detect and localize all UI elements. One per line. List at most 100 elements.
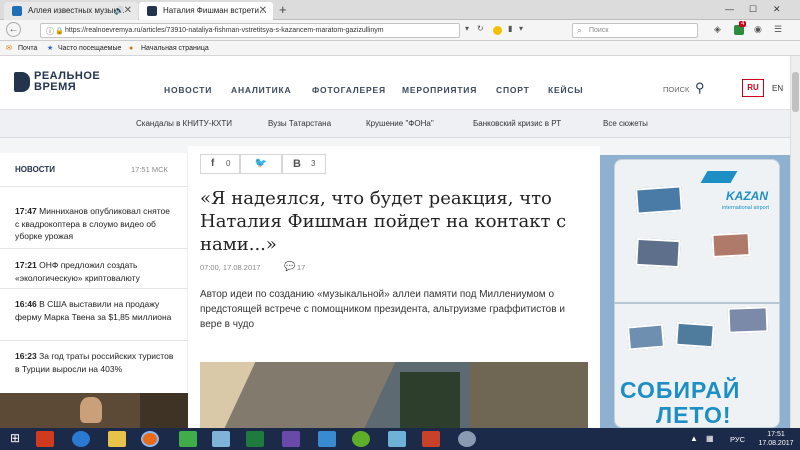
clipboard-icon[interactable]: ▮ <box>508 24 512 33</box>
dropdown-icon[interactable]: ▾ <box>465 24 469 33</box>
bookmarks-bar: ✉ Почта ★ Часто посещаемые ● Начальная с… <box>0 41 800 56</box>
nav-photogallery[interactable]: ФОТОГАЛЕРЕЯ <box>312 85 386 95</box>
lang-en-button[interactable]: EN <box>772 84 783 93</box>
maximize-icon[interactable]: ☐ <box>749 4 757 15</box>
comment-count[interactable]: 17 <box>297 263 305 272</box>
advertisement-banner[interactable]: KAZAN international airport СОБИРАЙ ЛЕТО… <box>600 155 790 428</box>
share-vk-button[interactable]: В 3 <box>282 154 326 174</box>
utorrent-icon[interactable] <box>352 431 370 447</box>
nav-events[interactable]: МЕРОПРИЯТИЯ <box>402 85 477 95</box>
taskbar-app-icon[interactable] <box>36 431 54 447</box>
internet-explorer-icon[interactable] <box>72 431 90 447</box>
news-item-time: 17:47 <box>15 206 37 216</box>
search-icon[interactable]: ⚲ <box>695 80 705 96</box>
tab-article-active[interactable]: Наталия Фишман встрети… ✕ <box>139 2 273 20</box>
visual-studio-icon[interactable] <box>282 431 300 447</box>
lang-ru-button[interactable]: RU <box>742 79 764 97</box>
nav-news[interactable]: НОВОСТИ <box>164 85 212 95</box>
topic-item[interactable]: Вузы Татарстана <box>268 119 331 128</box>
divider <box>0 288 188 289</box>
tab-music-alley[interactable]: Аллея известных музык… 🔊 ✕ <box>4 2 138 20</box>
news-item[interactable]: 17:21 ОНФ предложил создать «экологическ… <box>15 259 175 284</box>
topic-item[interactable]: Крушение "ФОНа" <box>366 119 434 128</box>
nav-analytics[interactable]: АНАЛИТИКА <box>231 85 291 95</box>
photo-bridge <box>224 362 396 428</box>
share-twitter-button[interactable]: 🐦 <box>240 154 282 174</box>
search-input[interactable]: ⌕ Поиск <box>572 23 698 38</box>
tab-title: Наталия Фишман встрети… <box>163 6 267 15</box>
divider <box>0 340 188 341</box>
google-icon[interactable] <box>493 26 502 35</box>
new-tab-button[interactable]: + <box>279 2 287 17</box>
ad-slogan-line-2: ЛЕТО! <box>656 402 732 428</box>
chevron-down-icon[interactable]: ▾ <box>519 24 523 33</box>
url-bar[interactable]: ⓘ 🔒 https://realnoevremya.ru/articles/73… <box>40 23 460 38</box>
taskbar-clock[interactable]: 17:51 17.08.2017 <box>758 430 794 448</box>
page-scrollbar[interactable] <box>790 56 800 428</box>
taskbar-app-icon[interactable] <box>179 431 197 447</box>
back-arrow-icon[interactable]: ← <box>6 22 21 37</box>
article-photo[interactable] <box>200 362 588 428</box>
firefox-icon: ● <box>129 45 134 52</box>
pocket-icon[interactable]: ◈ <box>714 24 721 35</box>
share-facebook-button[interactable]: f 0 <box>200 154 240 174</box>
nav-cases[interactable]: КЕЙСЫ <box>548 85 583 95</box>
logo-mark-icon[interactable] <box>14 72 30 92</box>
news-sidebar: НОВОСТИ 17:51 МСК 17:47 Минниханов опубл… <box>0 153 188 393</box>
divider <box>0 186 188 187</box>
topic-item[interactable]: Банковский кризис в РТ <box>473 119 561 128</box>
taskbar-app-icon[interactable] <box>318 431 336 447</box>
nav-sport[interactable]: СПОРТ <box>496 85 530 95</box>
facebook-icon: f <box>211 158 215 169</box>
bookmark-home[interactable]: Начальная страница <box>141 41 209 56</box>
scrollbar-thumb[interactable] <box>792 72 799 112</box>
site-logo[interactable]: РЕАЛЬНОЕ ВРЕМЯ <box>34 71 100 93</box>
close-window-icon[interactable]: ✕ <box>773 4 781 15</box>
speaker-icon[interactable]: 🔊 <box>114 2 124 20</box>
magnet-photo <box>635 237 681 269</box>
network-icon[interactable]: ▦ <box>706 434 714 443</box>
sync-icon[interactable]: ◉ <box>754 24 762 35</box>
notification-badge: 4 <box>739 21 747 27</box>
news-item[interactable]: 16:46 В США выставили на продажу ферму М… <box>15 298 175 323</box>
topic-all[interactable]: Все сюжеты <box>603 119 648 128</box>
logo-line-2: ВРЕМЯ <box>34 81 77 93</box>
news-photo[interactable] <box>0 393 188 428</box>
minimize-icon[interactable]: — <box>725 4 734 14</box>
keyboard-language[interactable]: РУС <box>730 435 745 444</box>
mail-icon: ✉ <box>6 45 12 52</box>
powerpoint-icon[interactable] <box>422 431 440 447</box>
photo-figure <box>80 397 102 423</box>
news-item-time: 17:21 <box>15 260 37 270</box>
start-button-icon[interactable]: ⊞ <box>6 430 24 447</box>
close-tab-icon[interactable]: ✕ <box>259 2 267 20</box>
news-item[interactable]: 17:47 Минниханов опубликовал снятое с кв… <box>15 205 175 243</box>
news-item[interactable]: 16:23 За год траты российских туристов в… <box>15 350 175 375</box>
search-label[interactable]: ПОИСК <box>663 85 689 94</box>
fridge-door-line <box>614 302 780 304</box>
twitter-icon: 🐦 <box>254 158 268 169</box>
photo-background <box>140 393 188 428</box>
article-date: 07:00, 17.08.2017 <box>200 263 261 272</box>
reload-icon[interactable]: ↻ <box>477 24 484 33</box>
firefox-icon[interactable] <box>141 431 159 447</box>
comment-icon[interactable]: 💬 <box>284 261 295 272</box>
facebook-share-count: 0 <box>226 159 231 168</box>
close-tab-icon[interactable]: ✕ <box>124 2 132 20</box>
paint-icon[interactable] <box>458 431 476 447</box>
file-explorer-icon[interactable] <box>108 431 126 447</box>
window-controls: — ☐ ✕ <box>725 4 795 16</box>
excel-icon[interactable] <box>246 431 264 447</box>
computer-icon[interactable] <box>212 431 230 447</box>
tray-arrow-icon[interactable]: ▲ <box>690 434 698 443</box>
menu-icon[interactable]: ☰ <box>774 24 782 35</box>
topic-item[interactable]: Скандалы в КНИТУ-КХТИ <box>136 119 232 128</box>
taskbar-app-icon[interactable] <box>388 431 406 447</box>
news-heading[interactable]: НОВОСТИ <box>15 165 55 174</box>
bookmark-most-visited[interactable]: Часто посещаемые <box>58 41 121 56</box>
browser-tab-bar: Аллея известных музык… 🔊 ✕ Наталия Фишма… <box>0 0 800 20</box>
news-item-text: В США выставили на продажу ферму Марка Т… <box>15 299 172 322</box>
info-icon[interactable]: ⓘ <box>46 25 54 37</box>
photo-underpass <box>470 362 588 428</box>
bookmark-mail[interactable]: Почта <box>18 41 37 56</box>
